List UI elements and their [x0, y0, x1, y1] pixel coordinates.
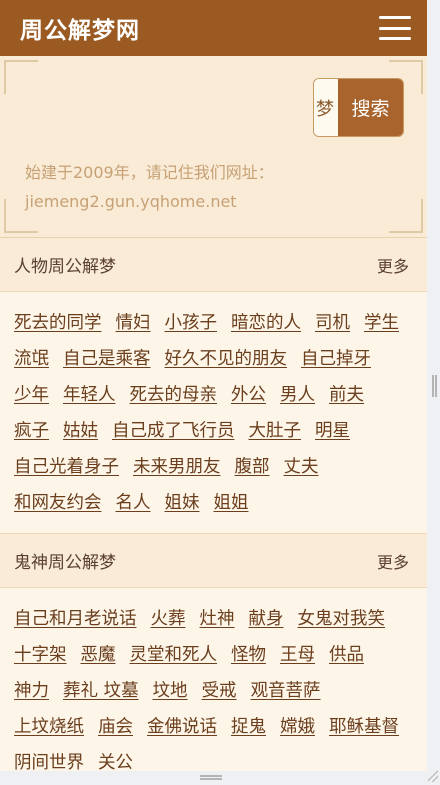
- dream-link[interactable]: 十字架: [14, 638, 67, 673]
- dream-link[interactable]: 坟地: [153, 674, 188, 709]
- dream-link[interactable]: 献身: [249, 602, 284, 637]
- notice-line-1: 始建于2009年，请记住我们网址：: [25, 163, 274, 182]
- dream-link[interactable]: 未来男朋友: [133, 450, 221, 485]
- dream-link[interactable]: 死去的母亲: [130, 378, 218, 413]
- dream-link[interactable]: 司机: [315, 306, 350, 341]
- dream-link[interactable]: 男人: [280, 378, 315, 413]
- dream-link[interactable]: 外公: [231, 378, 266, 413]
- dream-link[interactable]: 神力: [14, 674, 49, 709]
- section-ghosts: 鬼神周公解梦 更多 自己和月老说话 火葬 灶神 献身 女鬼对我笑十字架 恶魔 灵堂和死人 怪物…: [0, 533, 427, 771]
- page: 周公解梦网 搜索 始建于2009年，请记住我们网址： jiemeng2.gun.…: [0, 0, 427, 771]
- dream-link[interactable]: 灵堂和死人: [130, 638, 218, 673]
- header-bar: 周公解梦网: [0, 0, 427, 56]
- dream-link[interactable]: 葬礼 坟墓: [63, 674, 139, 709]
- dream-link[interactable]: 供品: [329, 638, 364, 673]
- dream-link[interactable]: 自己光着身子: [14, 450, 119, 485]
- dream-link[interactable]: 大肚子: [249, 414, 302, 449]
- dream-link[interactable]: 年轻人: [63, 378, 116, 413]
- dream-link[interactable]: 上坟烧纸: [14, 710, 84, 745]
- dream-link[interactable]: 自己成了飞行员: [112, 414, 235, 449]
- more-link[interactable]: 更多: [377, 253, 409, 277]
- dream-link[interactable]: 情妇: [116, 306, 151, 341]
- dream-link[interactable]: 流氓: [14, 342, 49, 377]
- dream-link[interactable]: 死去的同学: [14, 306, 102, 341]
- resize-corner-icon[interactable]: [428, 770, 438, 782]
- dream-link[interactable]: 庙会: [98, 710, 133, 745]
- dream-link[interactable]: 自己掉牙: [301, 342, 371, 377]
- section-people: 人物周公解梦 更多 死去的同学 情妇 小孩子 暗恋的人 司机 学生流氓 自己是乘客 好久不见的…: [0, 238, 427, 533]
- horizontal-resize-grip-icon[interactable]: [200, 775, 222, 780]
- dream-link[interactable]: 前夫: [329, 378, 364, 413]
- dream-link[interactable]: 嫦娥: [280, 710, 315, 745]
- site-title[interactable]: 周公解梦网: [20, 11, 140, 45]
- dream-link[interactable]: 和网友约会: [14, 486, 102, 521]
- dream-link[interactable]: 火葬: [151, 602, 186, 637]
- dream-link[interactable]: 好久不见的朋友: [165, 342, 288, 377]
- dream-link[interactable]: 明星: [315, 414, 350, 449]
- section-header: 人物周公解梦 更多: [0, 238, 427, 292]
- search-area: 搜索 始建于2009年，请记住我们网址： jiemeng2.gun.yqhome…: [0, 56, 427, 238]
- notice-url: jiemeng2.gun.yqhome.net: [25, 192, 237, 211]
- vertical-resize-grip-icon[interactable]: [432, 375, 437, 397]
- link-list: 死去的同学 情妇 小孩子 暗恋的人 司机 学生流氓 自己是乘客 好久不见的朋友 自己掉牙少年 年轻…: [0, 292, 427, 533]
- section-header: 鬼神周公解梦 更多: [0, 534, 427, 588]
- section-title: 鬼神周公解梦: [14, 553, 116, 573]
- site-notice: 始建于2009年，请记住我们网址： jiemeng2.gun.yqhome.ne…: [25, 158, 274, 216]
- hamburger-menu-icon[interactable]: [379, 16, 411, 40]
- dream-link[interactable]: 阴间世界: [14, 746, 84, 771]
- more-link[interactable]: 更多: [377, 549, 409, 573]
- dream-link[interactable]: 怪物: [231, 638, 266, 673]
- dream-link[interactable]: 金佛说话: [147, 710, 217, 745]
- corner-ornament-icon: [4, 60, 38, 94]
- search-button[interactable]: 搜索: [338, 79, 403, 136]
- dream-link[interactable]: 观音菩萨: [251, 674, 321, 709]
- dream-link[interactable]: 自己是乘客: [63, 342, 151, 377]
- dream-link[interactable]: 受戒: [202, 674, 237, 709]
- dream-link[interactable]: 腹部: [235, 450, 270, 485]
- dream-link[interactable]: 姑姑: [63, 414, 98, 449]
- dream-link[interactable]: 灶神: [200, 602, 235, 637]
- dream-link[interactable]: 恶魔: [81, 638, 116, 673]
- dream-link[interactable]: 小孩子: [165, 306, 218, 341]
- dream-link[interactable]: 捉鬼: [231, 710, 266, 745]
- dream-link[interactable]: 姐姐: [214, 486, 249, 521]
- link-list: 自己和月老说话 火葬 灶神 献身 女鬼对我笑十字架 恶魔 灵堂和死人 怪物 王母 供品神力 葬礼 坟…: [0, 588, 427, 771]
- dream-link[interactable]: 丈夫: [284, 450, 319, 485]
- corner-ornament-icon: [389, 199, 423, 233]
- dream-link[interactable]: 暗恋的人: [231, 306, 301, 341]
- dream-link[interactable]: 自己和月老说话: [14, 602, 137, 637]
- dream-link[interactable]: 少年: [14, 378, 49, 413]
- dream-link[interactable]: 女鬼对我笑: [298, 602, 386, 637]
- dream-link[interactable]: 王母: [280, 638, 315, 673]
- dream-link[interactable]: 学生: [364, 306, 399, 341]
- search-box: 搜索: [313, 78, 404, 137]
- section-title: 人物周公解梦: [14, 257, 116, 277]
- dream-link[interactable]: 关公: [98, 746, 133, 771]
- dream-link[interactable]: 姐妹: [165, 486, 200, 521]
- dream-link[interactable]: 名人: [116, 486, 151, 521]
- dream-link[interactable]: 疯子: [14, 414, 49, 449]
- dream-link[interactable]: 耶稣基督: [329, 710, 399, 745]
- search-input[interactable]: [314, 79, 338, 136]
